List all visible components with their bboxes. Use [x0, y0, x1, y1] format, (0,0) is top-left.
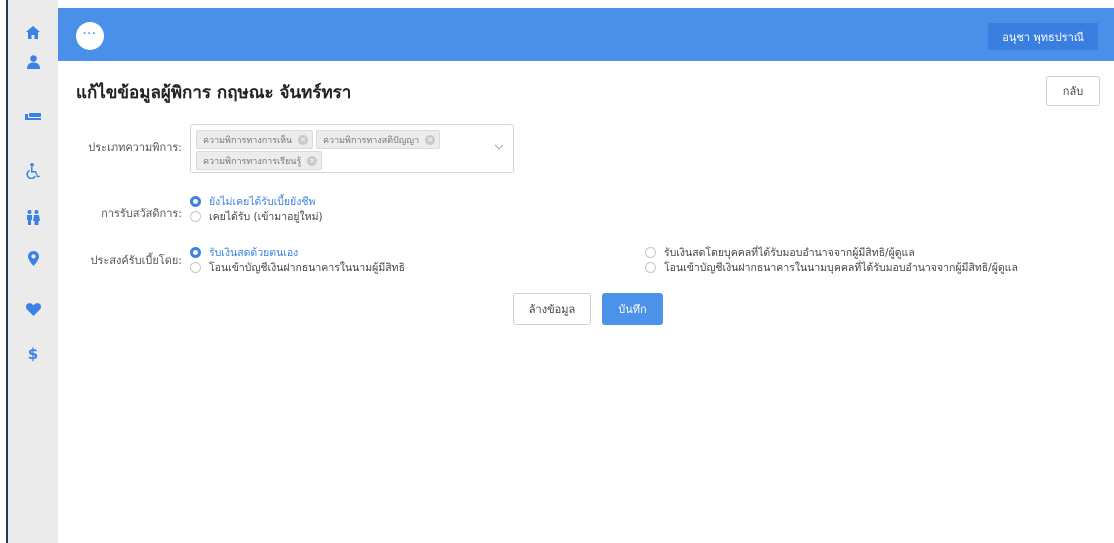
user-name-button[interactable]: อนุชา พุทธปราณี: [988, 23, 1098, 50]
heart-icon: [25, 302, 41, 316]
radio-label: เคยได้รับ (เข้ามาอยู่ใหม่): [209, 211, 323, 223]
top-bar: ··· อนุชา พุทธปราณี: [58, 8, 1114, 61]
remove-tag-icon[interactable]: ×: [298, 134, 309, 145]
sidebar-item-location[interactable]: [8, 243, 58, 273]
remove-tag-icon[interactable]: ×: [425, 134, 436, 145]
home-icon: [26, 25, 40, 39]
bed-icon: [25, 113, 41, 120]
radio-checked-icon: [190, 247, 201, 258]
remove-tag-icon[interactable]: ×: [307, 155, 318, 166]
welfare-option-received[interactable]: เคยได้รับ (เข้ามาอยู่ใหม่): [190, 208, 323, 225]
radio-label: โอนเข้าบัญชีเงินฝากธนาคารในนามผู้มีสิทธิ: [209, 262, 405, 274]
dollar-icon: $: [27, 345, 39, 363]
disability-tag: ความพิการทางการเห็น ×: [196, 130, 314, 149]
app-root: $ ··· อนุชา พุทธปราณี แก้ไขข้อมูลผู้พิกา…: [0, 0, 1114, 543]
payment-option-bank-self[interactable]: โอนเข้าบัญชีเงินฝากธนาคารในนามผู้มีสิทธิ: [190, 259, 405, 276]
sidebar-item-bed[interactable]: [8, 102, 58, 132]
radio-checked-icon: [190, 196, 201, 207]
tag-label: ความพิการทางการเรียนรู้: [203, 156, 302, 167]
ellipsis-icon: ···: [83, 27, 97, 40]
radio-icon: [190, 211, 201, 222]
user-icon: [26, 55, 40, 69]
family-icon: [27, 209, 40, 225]
clear-button[interactable]: ล้างข้อมูล: [513, 293, 591, 325]
sidebar-item-family[interactable]: [8, 202, 58, 232]
sidebar-item-wheelchair[interactable]: [8, 156, 58, 186]
disability-type-multiselect[interactable]: ความพิการทางการเห็น × ความพิการทางสติปัญ…: [190, 124, 514, 173]
sidebar-item-heart[interactable]: [8, 294, 58, 324]
radio-icon: [645, 262, 656, 273]
radio-label: โอนเข้าบัญชีเงินฝากธนาคารในนามบุคคลที่ได…: [664, 262, 1018, 274]
payment-label: ประสงค์รับเบี้ยโดย:: [90, 254, 182, 267]
sidebar-item-dollar[interactable]: $: [8, 339, 58, 369]
more-menu-button[interactable]: ···: [76, 22, 104, 50]
tag-label: ความพิการทางสติปัญญา: [323, 135, 420, 146]
page-title: แก้ไขข้อมูลผู้พิการ กฤษณะ จันทร์ทรา: [76, 83, 352, 103]
sidebar-item-home[interactable]: [8, 17, 58, 47]
welfare-label: การรับสวัสดิการ:: [101, 207, 182, 220]
sidebar-item-user[interactable]: [8, 47, 58, 77]
wheelchair-icon: [26, 163, 40, 179]
back-button[interactable]: กลับ: [1046, 76, 1100, 106]
sidebar: $: [6, 0, 58, 543]
tag-label: ความพิการทางการเห็น: [203, 135, 293, 146]
radio-icon: [645, 247, 656, 258]
disability-tag: ความพิการทางการเรียนรู้ ×: [196, 151, 323, 170]
save-button[interactable]: บันทึก: [602, 293, 663, 325]
location-pin-icon: [27, 250, 39, 266]
payment-option-bank-proxy[interactable]: โอนเข้าบัญชีเงินฝากธนาคารในนามบุคคลที่ได…: [645, 259, 1018, 276]
radio-icon: [190, 262, 201, 273]
disability-type-label: ประเภทความพิการ:: [88, 141, 182, 154]
chevron-down-icon[interactable]: [494, 144, 504, 150]
disability-tag: ความพิการทางสติปัญญา ×: [316, 130, 441, 149]
